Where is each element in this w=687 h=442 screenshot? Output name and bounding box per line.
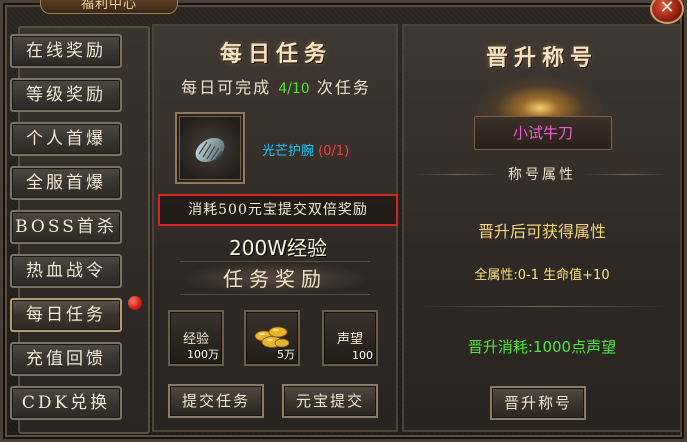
promotion-gain-text: 晋升后可获得属性 — [477, 222, 606, 241]
bracer-icon — [194, 137, 226, 163]
section-divider-right — [584, 174, 668, 175]
sidebar-item-server-first-drop[interactable]: 全服首爆 — [10, 166, 122, 200]
sidebar-item-battle-pass[interactable]: 热血战令 — [10, 254, 122, 288]
reward-prestige-label: 声望 — [336, 332, 363, 347]
double-reward-note: 消耗500元宝提交双倍奖励 — [158, 194, 398, 226]
reward-slot-prestige[interactable]: 声望 100 — [322, 310, 378, 366]
task-item-progress: (0/1) — [318, 144, 350, 159]
sidebar-item-boss-first-kill[interactable]: BOSS首杀 — [10, 210, 122, 244]
daily-count-suffix: 次任务 — [316, 78, 371, 97]
daily-count-value: 4/10 — [278, 81, 310, 97]
sidebar-item-daily-task[interactable]: 每日任务 — [10, 298, 122, 332]
reward-exp-count: 100万 — [187, 348, 219, 361]
reward-exp-label: 经验 — [182, 332, 209, 347]
promotion-attributes: 全属性:0-1 生命值+10 — [474, 268, 610, 283]
ingot-submit-button[interactable]: 元宝提交 — [282, 384, 378, 418]
sidebar-item-cdk-redeem[interactable]: CDK兑换 — [10, 386, 122, 420]
sidebar-item-online-reward[interactable]: 在线奖励 — [10, 34, 122, 68]
daily-count-line: 每日可完成 4/10 次任务 — [158, 74, 394, 98]
task-item-label: 光芒护腕 (0/1) — [262, 140, 349, 159]
reward-gold-count: 5万 — [277, 348, 295, 361]
reward-slot-gold[interactable]: 5万 — [244, 310, 300, 366]
sidebar-item-personal-first-drop[interactable]: 个人首爆 — [10, 122, 122, 156]
promotion-title: 晋升称号 — [485, 45, 598, 71]
task-item-name: 光芒护腕 — [262, 144, 315, 159]
daily-task-title: 每日任务 — [219, 41, 332, 67]
submit-task-button[interactable]: 提交任务 — [168, 384, 264, 418]
notification-dot — [128, 296, 142, 310]
sidebar-item-recharge-rebate[interactable]: 充值回馈 — [10, 342, 122, 376]
window-title: 福利中心 — [40, 0, 178, 14]
sidebar-item-level-reward[interactable]: 等级奖励 — [10, 78, 122, 112]
current-title-badge: 小试牛刀 — [474, 116, 612, 150]
daily-count-prefix: 每日可完成 — [181, 78, 272, 97]
promotion-cost: 晋升消耗:1000点声望 — [467, 338, 617, 356]
reward-prestige-count: 100 — [352, 349, 373, 362]
reward-slot-exp[interactable]: 经验 100万 — [168, 310, 224, 366]
task-reward-title: 任务奖励 — [180, 261, 370, 295]
attr-divider — [418, 306, 668, 307]
exp-reward-text: 200W经验 — [229, 236, 327, 260]
promote-title-button[interactable]: 晋升称号 — [490, 386, 586, 420]
task-item-slot[interactable] — [175, 112, 245, 184]
